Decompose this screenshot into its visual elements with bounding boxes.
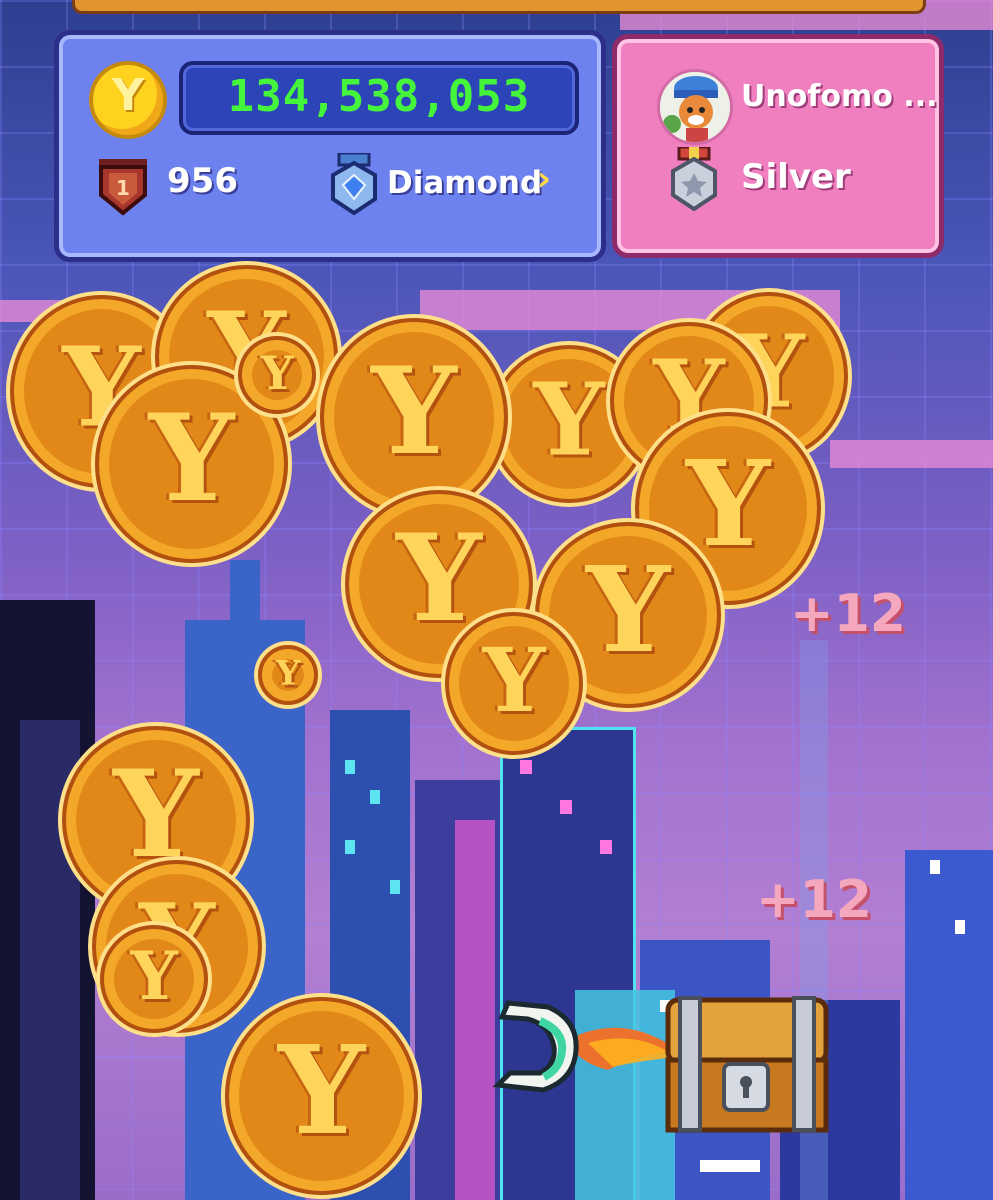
level-badge-icon: 1 [99, 159, 147, 216]
chevron-right-icon: › [537, 159, 552, 199]
league-name: Diamond [387, 165, 543, 201]
avatar[interactable] [657, 69, 733, 145]
coin-icon: Y [89, 61, 167, 139]
coin[interactable]: Y [258, 645, 318, 705]
stats-panel: Y 134,538,053 1 956 Diamond › [54, 30, 606, 262]
window-light [390, 880, 400, 894]
treasure-chest-icon[interactable] [662, 990, 832, 1140]
coin[interactable]: Y [238, 336, 316, 414]
window-light [520, 760, 532, 774]
level-value: 956 [167, 161, 238, 201]
coin[interactable]: Y [320, 318, 508, 516]
silver-medal-icon [671, 147, 717, 212]
coin[interactable]: Y [445, 612, 583, 755]
balance-box: 134,538,053 [179, 61, 579, 135]
building [905, 850, 993, 1200]
window-light [955, 920, 965, 934]
window-light [560, 800, 572, 814]
claw-icon[interactable] [488, 995, 688, 1105]
username: Unofomo ... [741, 79, 938, 114]
coin[interactable]: Y [225, 997, 418, 1195]
bonus-popup: +12 [790, 584, 906, 644]
window-light [600, 840, 612, 854]
top-bar-edge [72, 0, 926, 14]
game-scene[interactable]: Y 134,538,053 1 956 Diamond › Unofomo ..… [0, 0, 993, 1200]
bonus-popup: +12 [756, 870, 872, 930]
window-light [345, 840, 355, 854]
svg-text:1: 1 [116, 176, 130, 200]
rank-name: Silver [741, 157, 851, 197]
window-light [370, 790, 380, 804]
window-light [930, 860, 940, 874]
diamond-medal-icon [331, 153, 377, 216]
cloud [830, 440, 993, 468]
window-light [345, 760, 355, 774]
profile-panel[interactable]: Unofomo ... Silver [612, 34, 944, 258]
coin-balance: 134,538,053 [227, 71, 531, 122]
window-light [700, 1160, 760, 1172]
league-button[interactable]: Diamond › [325, 149, 565, 229]
coin[interactable]: Y [100, 925, 208, 1033]
